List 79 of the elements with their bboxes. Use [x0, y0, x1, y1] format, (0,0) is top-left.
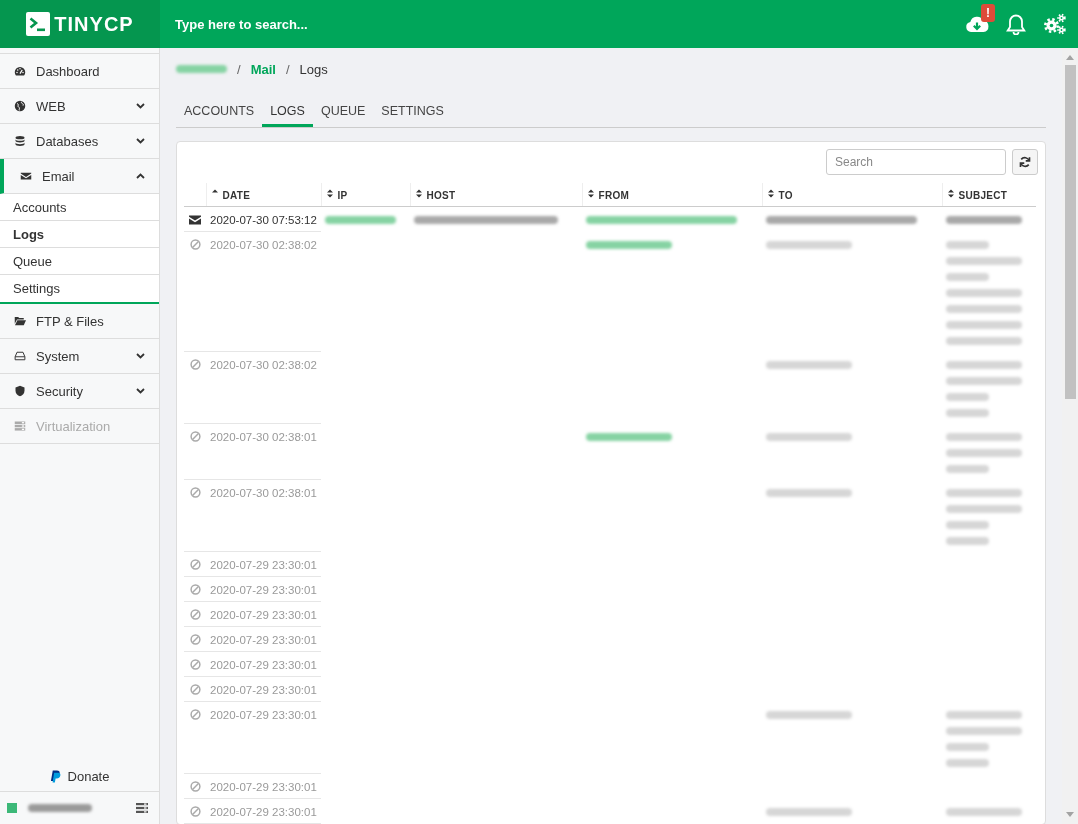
log-date: 2020-07-29 23:30:01 [210, 806, 317, 818]
list-icon[interactable] [136, 803, 148, 813]
alert-badge: ! [981, 4, 995, 22]
refresh-button[interactable] [1012, 149, 1038, 175]
log-date: 2020-07-30 02:38:02 [210, 239, 317, 251]
log-date: 2020-07-29 23:30:01 [210, 781, 317, 793]
ban-icon [189, 659, 201, 670]
logo-text: TINYCP [54, 12, 134, 36]
log-date: 2020-07-29 23:30:01 [210, 659, 317, 671]
search-field[interactable]: Search [826, 149, 1006, 175]
sidebar-item[interactable]: Dashboard [0, 54, 159, 89]
folder-icon [14, 315, 26, 327]
breadcrumb-separator: / [237, 61, 241, 77]
scrollbar-thumb[interactable] [1064, 65, 1076, 399]
sidebar-item[interactable]: Security [0, 374, 159, 409]
blurred-text[interactable] [586, 432, 672, 441]
ban-icon [189, 559, 201, 570]
sidebar-item[interactable]: WEB [0, 89, 159, 124]
sidebar-subitem[interactable]: Settings [0, 275, 159, 302]
envelope-icon [189, 215, 201, 225]
sidebar-item[interactable]: FTP & Files [0, 304, 159, 339]
ban-icon [189, 684, 201, 695]
refresh-icon [1019, 156, 1031, 168]
column-header[interactable]: SUBJECT [942, 183, 1036, 207]
column-header[interactable]: HOST [410, 183, 582, 207]
search-field[interactable]: Type here to search... [160, 0, 957, 48]
tab[interactable]: QUEUE [312, 100, 374, 127]
ban-icon [189, 239, 201, 250]
ban-icon [189, 487, 201, 498]
log-date: 2020-07-30 02:38:01 [210, 487, 317, 499]
blurred-text[interactable] [586, 240, 672, 249]
shield-icon [14, 385, 26, 397]
log-date: 2020-07-30 02:38:01 [210, 431, 317, 443]
blurred-text[interactable] [176, 65, 227, 73]
ban-icon [189, 359, 201, 370]
globe-icon [14, 100, 26, 112]
column-header[interactable]: DATE [206, 183, 321, 207]
settings-icon[interactable] [1043, 13, 1067, 35]
log-date: 2020-07-29 23:30:01 [210, 584, 317, 596]
log-date: 2020-07-29 23:30:01 [210, 609, 317, 621]
gauge-icon [14, 65, 26, 77]
database-icon [14, 135, 26, 147]
log-date: 2020-07-29 23:30:01 [210, 634, 317, 646]
drive-icon [14, 350, 26, 362]
log-date: 2020-07-29 23:30:01 [210, 709, 317, 721]
ban-icon [189, 431, 201, 442]
tab[interactable]: LOGS [262, 100, 313, 127]
sidebar-subitem[interactable]: Queue [0, 248, 159, 275]
ban-icon [189, 634, 201, 645]
log-date: 2020-07-30 02:38:02 [210, 359, 317, 371]
donate-link[interactable]: Donate [49, 768, 110, 784]
envelope-icon [20, 170, 32, 182]
bell-icon[interactable] [1006, 13, 1026, 35]
breadcrumb-separator: / [285, 61, 290, 77]
log-date: 2020-07-29 23:30:01 [210, 559, 317, 571]
sidebar-item[interactable]: System [0, 339, 159, 374]
sidebar-subitem[interactable]: Logs [0, 221, 159, 248]
column-header[interactable]: FROM [582, 183, 762, 207]
server-icon [14, 420, 26, 432]
breadcrumb-current: Logs [299, 61, 328, 77]
ban-icon [189, 709, 201, 720]
log-date: 2020-07-30 07:53:12 [210, 214, 317, 226]
column-header[interactable]: TO [762, 183, 942, 207]
blurred-text[interactable] [586, 216, 737, 224]
blurred-text[interactable] [325, 216, 396, 224]
log-date: 2020-07-29 23:30:01 [210, 684, 317, 696]
column-header[interactable]: IP [321, 183, 410, 207]
paypal-icon [49, 769, 61, 783]
ban-icon [189, 806, 201, 817]
scroll-down-icon[interactable] [1066, 812, 1074, 817]
tab[interactable]: ACCOUNTS [176, 100, 263, 127]
logo-icon [26, 12, 51, 36]
sidebar-subitem[interactable]: Accounts [0, 194, 159, 221]
tab[interactable]: SETTINGS [373, 100, 452, 127]
ban-icon [189, 609, 201, 620]
sidebar-item[interactable]: Databases [0, 124, 159, 159]
ban-icon [189, 584, 201, 595]
scroll-up-icon[interactable] [1066, 55, 1074, 60]
ban-icon [189, 781, 201, 792]
